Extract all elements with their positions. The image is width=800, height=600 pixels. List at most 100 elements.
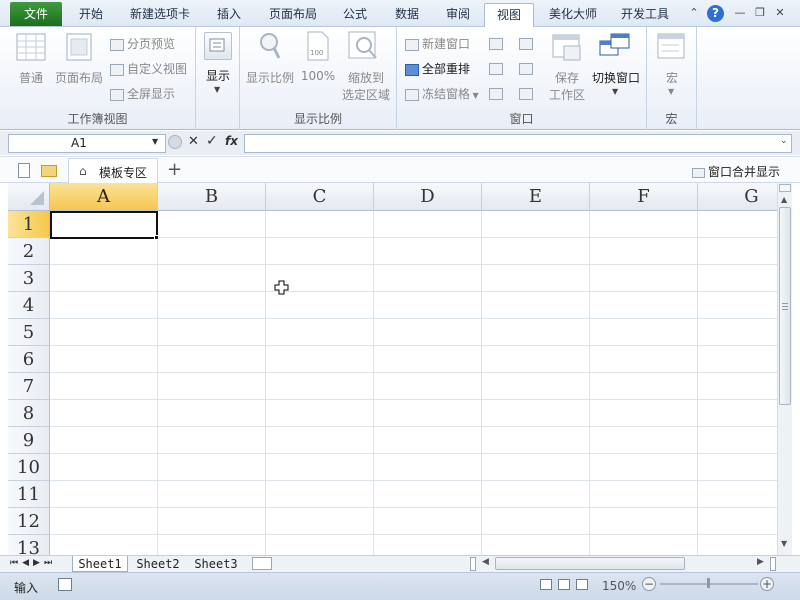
insert-sheet-icon[interactable] (252, 557, 272, 570)
macros-dropdown-icon[interactable]: ▼ (668, 87, 674, 96)
tab-insert[interactable]: 插入 (208, 3, 250, 27)
page-break-status-icon[interactable] (576, 579, 588, 590)
enter-icon[interactable]: ✓ (206, 133, 218, 149)
switch-dropdown-icon[interactable]: ▼ (612, 87, 618, 96)
split-box-icon[interactable] (779, 184, 791, 192)
custom-view-button[interactable]: 自定义视图 (110, 60, 187, 77)
freeze-panes-button[interactable]: 冻结窗格 ▼ (405, 85, 479, 102)
row-header-5[interactable]: 5 (8, 319, 50, 346)
vertical-scrollbar[interactable]: ▲ ▼ (777, 183, 792, 555)
normal-view-status-icon[interactable] (540, 579, 552, 590)
scroll-down-icon[interactable]: ▼ (781, 539, 787, 548)
tab-developer[interactable]: 开发工具 (614, 3, 676, 27)
row-header-2[interactable]: 2 (8, 238, 50, 265)
horizontal-scroll-thumb[interactable] (495, 557, 685, 570)
macros-button[interactable]: 宏 (652, 69, 692, 86)
tab-home[interactable]: 开始 (70, 3, 112, 27)
side-by-side-icon[interactable] (519, 38, 533, 50)
column-header-c[interactable]: C (266, 183, 374, 211)
arrange-all-button[interactable]: 全部重排 (405, 60, 470, 77)
vertical-scroll-thumb[interactable] (779, 207, 791, 405)
row-header-6[interactable]: 6 (8, 346, 50, 373)
insert-function-icon[interactable]: fx (225, 134, 238, 148)
zoom-level[interactable]: 150% (602, 579, 636, 593)
tab-data[interactable]: 数据 (386, 3, 428, 27)
tab-beautify[interactable]: 美化大师 (542, 3, 604, 27)
formula-input[interactable] (244, 134, 792, 153)
zoom-selection-line2[interactable]: 选定区域 (338, 86, 394, 103)
sheet-tab-1[interactable]: Sheet1 (72, 556, 128, 572)
zoom-button[interactable]: 显示比例 (244, 69, 296, 86)
column-header-a[interactable]: A (50, 183, 158, 211)
name-box[interactable]: A1 (8, 134, 166, 153)
zoom-100-button[interactable]: 100% (298, 69, 338, 83)
row-header-7[interactable]: 7 (8, 373, 50, 400)
row-header-12[interactable]: 12 (8, 508, 50, 535)
zoom-out-icon[interactable]: − (642, 577, 656, 591)
row-header-3[interactable]: 3 (8, 265, 50, 292)
hsplit-box-icon[interactable] (770, 557, 776, 571)
unhide-window-icon[interactable] (489, 88, 503, 100)
row-header-13[interactable]: 13 (8, 535, 50, 555)
tab-split-handle[interactable] (470, 557, 476, 571)
zoom-slider-thumb[interactable] (707, 578, 710, 588)
normal-view-button[interactable]: 普通 (14, 69, 48, 86)
split-icon[interactable] (489, 38, 503, 50)
scroll-up-icon[interactable]: ▲ (781, 195, 787, 204)
name-box-dropdown-icon[interactable]: ▼ (152, 137, 158, 146)
reset-position-icon[interactable] (519, 88, 533, 100)
merge-windows-button[interactable]: 窗口合并显示 (692, 163, 780, 180)
close-icon[interactable]: ✕ (772, 6, 788, 20)
full-screen-button[interactable]: 全屏显示 (110, 85, 175, 102)
sheet-tab-3[interactable]: Sheet3 (188, 556, 244, 572)
restore-icon[interactable]: ❐ (752, 6, 768, 20)
active-cell-a1[interactable] (50, 211, 158, 239)
collapse-ribbon-icon[interactable]: ⌃ (686, 6, 702, 20)
new-document-icon[interactable] (18, 163, 30, 178)
page-layout-view-button[interactable]: 页面布局 (52, 69, 106, 86)
row-header-4[interactable]: 4 (8, 292, 50, 319)
zoom-selection-line1[interactable]: 缩放到 (338, 69, 394, 86)
save-workspace-line1[interactable]: 保存 (547, 69, 587, 86)
zoom-in-icon[interactable]: + (760, 577, 774, 591)
column-header-b[interactable]: B (158, 183, 266, 211)
tab-new[interactable]: 新建选项卡 (122, 3, 198, 27)
sheet-tab-2[interactable]: Sheet2 (130, 556, 186, 572)
column-header-f[interactable]: F (590, 183, 698, 211)
hscroll-right-icon[interactable]: ▶ (757, 557, 764, 567)
tab-page-layout[interactable]: 页面布局 (262, 3, 324, 27)
sheet-nav-arrows-icon[interactable]: ⏮◀▶⏭ (10, 558, 56, 568)
hscroll-left-icon[interactable]: ◀ (482, 557, 489, 567)
switch-windows-button[interactable]: 切换窗口 (589, 69, 643, 86)
help-icon[interactable]: ? (707, 5, 724, 22)
tab-view[interactable]: 视图 (484, 3, 534, 28)
sync-scroll-icon[interactable] (519, 63, 533, 75)
minimize-icon[interactable]: — (732, 6, 748, 20)
save-workspace-line2[interactable]: 工作区 (543, 86, 591, 103)
column-header-g[interactable]: G (698, 183, 777, 211)
fill-handle[interactable] (154, 235, 159, 240)
macro-record-icon[interactable] (58, 578, 72, 591)
show-button[interactable]: 显示 (200, 67, 236, 84)
formula-expand-icon[interactable]: ⌄ (780, 136, 788, 146)
file-tab[interactable]: 文件 (10, 2, 62, 26)
tab-review[interactable]: 审阅 (437, 3, 479, 27)
open-folder-icon[interactable] (41, 165, 57, 177)
new-window-button[interactable]: 新建窗口 (405, 35, 470, 52)
page-break-preview-button[interactable]: 分页预览 (110, 35, 175, 52)
column-header-d[interactable]: D (374, 183, 482, 211)
column-header-e[interactable]: E (482, 183, 590, 211)
row-header-11[interactable]: 11 (8, 481, 50, 508)
add-tab-button[interactable]: + (167, 159, 182, 180)
row-header-9[interactable]: 9 (8, 427, 50, 454)
page-layout-status-icon[interactable] (558, 579, 570, 590)
tab-formulas[interactable]: 公式 (334, 3, 376, 27)
row-header-1[interactable]: 1 (8, 211, 50, 238)
template-tab[interactable]: ⌂ 模板专区 (68, 158, 158, 183)
show-dropdown-icon[interactable]: ▼ (214, 85, 220, 94)
cancel-icon[interactable]: ✕ (188, 134, 199, 149)
row-header-10[interactable]: 10 (8, 454, 50, 481)
hide-window-icon[interactable] (489, 63, 503, 75)
row-header-8[interactable]: 8 (8, 400, 50, 427)
select-all-corner[interactable] (8, 183, 50, 211)
